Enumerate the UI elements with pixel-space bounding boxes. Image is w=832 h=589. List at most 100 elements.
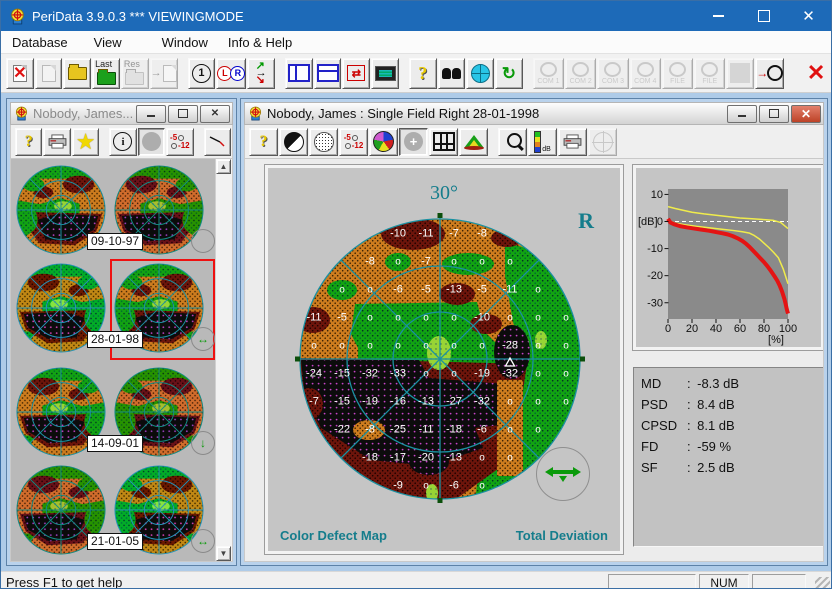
overview-values-button[interactable]: -5 -12 bbox=[166, 128, 193, 156]
perimeter-device-icon: COM 3 bbox=[602, 62, 624, 85]
overview-graymap-button[interactable] bbox=[138, 128, 165, 156]
grayscale-map-button[interactable] bbox=[279, 128, 308, 156]
svg-text:-15: -15 bbox=[334, 368, 350, 380]
overview-trend-button[interactable] bbox=[204, 128, 231, 156]
scroll-down-button[interactable]: ▼ bbox=[216, 546, 231, 561]
status-cell-empty bbox=[608, 574, 696, 589]
field-help-button[interactable]: ? bbox=[249, 128, 278, 156]
eye-indicator bbox=[191, 229, 215, 253]
swap-fields-button[interactable]: ↗→↘ bbox=[247, 58, 275, 89]
pattern-map-button[interactable] bbox=[309, 128, 338, 156]
arrow-up-icon: ▲ bbox=[220, 162, 228, 171]
svg-text:o: o bbox=[507, 453, 513, 464]
overview-favorite-button[interactable]: ★ bbox=[72, 128, 99, 156]
scale-button[interactable]: dB bbox=[528, 128, 557, 156]
resize-grip[interactable] bbox=[815, 577, 830, 589]
overview-titlebar[interactable]: Nobody, James... ✕ bbox=[10, 102, 233, 125]
overview-print-button[interactable] bbox=[43, 128, 70, 156]
web-button[interactable] bbox=[466, 58, 494, 89]
app-minimize-button[interactable] bbox=[696, 1, 741, 31]
file-export-button[interactable]: FILE bbox=[694, 58, 725, 89]
fixation-button[interactable] bbox=[588, 128, 617, 156]
swap-arrows-icon: ↗→↘ bbox=[256, 63, 267, 84]
menubar: Database View Window Info & Help bbox=[1, 31, 831, 54]
deviation-mode-label: Total Deviation bbox=[516, 528, 608, 543]
svg-text:-6: -6 bbox=[449, 480, 459, 492]
search-button[interactable] bbox=[438, 58, 466, 89]
exam-date-label: 21-01-05 bbox=[87, 533, 143, 550]
svg-text:0: 0 bbox=[657, 216, 663, 228]
svg-text:-7: -7 bbox=[309, 396, 319, 408]
svg-text:-16: -16 bbox=[390, 396, 406, 408]
exit-button[interactable]: ✕ bbox=[802, 58, 830, 89]
indices-panel: MD-8.3 dB PSD8.4 dB CPSD8.1 dB FD-59 % S… bbox=[633, 367, 824, 547]
one-circle-icon: 1 bbox=[192, 64, 211, 83]
menu-info-help[interactable]: Info & Help bbox=[219, 33, 301, 52]
new-record-button[interactable] bbox=[35, 58, 63, 89]
field-close-button[interactable]: ✕ bbox=[791, 105, 821, 123]
svg-text:o: o bbox=[451, 341, 457, 352]
tile-vertical-button[interactable] bbox=[285, 58, 313, 89]
perimeter-device-icon: FILE bbox=[669, 62, 686, 85]
viewing-mode-button[interactable]: → bbox=[755, 58, 784, 89]
scroll-up-button[interactable]: ▲ bbox=[216, 159, 231, 174]
svg-text:o: o bbox=[339, 285, 345, 296]
svg-text:o: o bbox=[367, 341, 373, 352]
open-result-button[interactable]: Res bbox=[121, 58, 149, 89]
svg-text:o: o bbox=[479, 453, 485, 464]
help-button[interactable]: ? bbox=[409, 58, 437, 89]
overview-info-button[interactable]: i bbox=[109, 128, 136, 156]
field-minimize-button[interactable] bbox=[727, 105, 757, 123]
svg-text:-5: -5 bbox=[421, 284, 431, 296]
svg-text:-9: -9 bbox=[393, 480, 403, 492]
table-view-button[interactable] bbox=[429, 128, 458, 156]
numeric-values-button[interactable]: -5 -12 bbox=[339, 128, 368, 156]
hill-of-vision-button[interactable] bbox=[459, 128, 488, 156]
red-cross-icon: ✕ bbox=[13, 63, 26, 83]
fullscreen-button[interactable] bbox=[371, 58, 399, 89]
overview-close-button[interactable]: ✕ bbox=[200, 105, 230, 123]
com4-button[interactable]: COM 4 bbox=[630, 58, 661, 89]
app-maximize-button[interactable] bbox=[741, 1, 786, 31]
svg-text:o: o bbox=[507, 257, 513, 268]
cascade-arrows-icon: ⇄ bbox=[347, 65, 365, 81]
refresh-button[interactable]: ↻ bbox=[495, 58, 523, 89]
com3-button[interactable]: COM 3 bbox=[597, 58, 628, 89]
tile-horizontal-button[interactable] bbox=[314, 58, 342, 89]
open-last-button[interactable]: Last bbox=[92, 58, 120, 89]
color-map-button[interactable] bbox=[369, 128, 398, 156]
close-database-button[interactable]: ✕ bbox=[6, 58, 34, 89]
open-button[interactable] bbox=[63, 58, 91, 89]
send-record-button[interactable]: → bbox=[150, 58, 178, 89]
com1-button[interactable]: COM 1 bbox=[533, 58, 564, 89]
svg-text:-13: -13 bbox=[446, 452, 462, 464]
zoom-button[interactable] bbox=[498, 128, 527, 156]
field-print-button[interactable] bbox=[558, 128, 587, 156]
single-field-title: Nobody, James : Single Field Right 28-01… bbox=[267, 106, 727, 121]
left-right-button[interactable]: L R bbox=[216, 58, 246, 89]
menu-window[interactable]: Window bbox=[153, 33, 217, 52]
status-num-lock: NUM bbox=[699, 574, 749, 589]
defect-map-button[interactable]: + bbox=[399, 128, 428, 156]
svg-text:-13: -13 bbox=[446, 284, 462, 296]
field-maximize-button[interactable] bbox=[759, 105, 789, 123]
cascade-button[interactable]: ⇄ bbox=[342, 58, 370, 89]
bebie-curve-chart: 100-10-20-30020406080100[dB][%] bbox=[636, 168, 820, 346]
svg-text:-18: -18 bbox=[362, 452, 378, 464]
app-titlebar: PeriData 3.9.0.3 *** VIEWINGMODE ✕ bbox=[1, 1, 831, 31]
overview-maximize-button[interactable] bbox=[168, 105, 198, 123]
app-close-button[interactable]: ✕ bbox=[786, 1, 831, 31]
file-import-button[interactable]: FILE bbox=[662, 58, 693, 89]
minimize-icon bbox=[738, 115, 746, 117]
thumbnail-scrollbar[interactable]: ▲ ▼ bbox=[215, 159, 232, 561]
svg-text:o: o bbox=[311, 341, 317, 352]
svg-text:o: o bbox=[423, 341, 429, 352]
menu-database[interactable]: Database bbox=[3, 33, 77, 52]
single-field-titlebar[interactable]: Nobody, James : Single Field Right 28-01… bbox=[244, 102, 824, 125]
single-view-button[interactable]: 1 bbox=[188, 58, 216, 89]
svg-text:-27: -27 bbox=[446, 396, 462, 408]
overview-help-button[interactable]: ? bbox=[15, 128, 42, 156]
menu-view[interactable]: View bbox=[85, 33, 131, 52]
overview-minimize-button[interactable] bbox=[136, 105, 166, 123]
com2-button[interactable]: COM 2 bbox=[565, 58, 596, 89]
